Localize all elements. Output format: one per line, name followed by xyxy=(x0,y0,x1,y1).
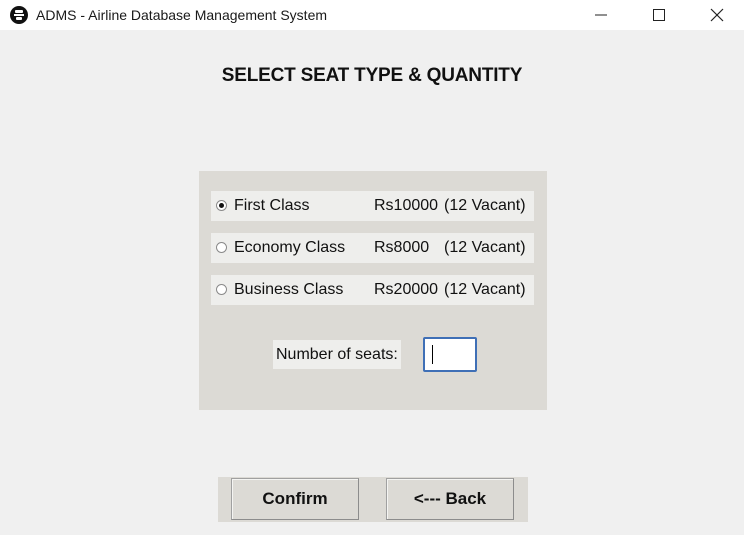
seat-type-label: Economy Class xyxy=(234,239,346,256)
maximize-button[interactable] xyxy=(636,0,682,30)
seat-vacancy: (12 Vacant) xyxy=(444,281,526,298)
page-title: SELECT SEAT TYPE & QUANTITY xyxy=(221,65,523,86)
back-button[interactable]: <--- Back xyxy=(386,478,514,520)
seat-type-label: First Class xyxy=(234,197,310,214)
seat-selection-panel: First Class Rs10000 (12 Vacant) Economy … xyxy=(199,171,547,410)
seat-price: Rs8000 xyxy=(374,239,430,256)
radio-business-class[interactable] xyxy=(216,284,227,295)
seat-option-first-class[interactable]: First Class Rs10000 (12 Vacant) xyxy=(211,191,534,221)
text-caret xyxy=(432,345,433,364)
minimize-button[interactable] xyxy=(578,0,624,30)
close-icon xyxy=(710,8,724,22)
minimize-icon xyxy=(595,14,607,16)
seat-vacancy: (12 Vacant) xyxy=(444,197,526,214)
seat-vacancy: (12 Vacant) xyxy=(444,239,526,256)
title-bar[interactable]: ADMS - Airline Database Management Syste… xyxy=(0,0,744,30)
app-window: ADMS - Airline Database Management Syste… xyxy=(0,0,744,535)
close-button[interactable] xyxy=(694,0,740,30)
confirm-button[interactable]: Confirm xyxy=(231,478,359,520)
action-button-bar: Confirm <--- Back xyxy=(218,477,528,522)
seat-price: Rs20000 xyxy=(374,281,439,298)
airline-app-icon xyxy=(10,6,28,24)
radio-economy-class[interactable] xyxy=(216,242,227,253)
seat-price: Rs10000 xyxy=(374,197,439,214)
seat-option-economy-class[interactable]: Economy Class Rs8000 (12 Vacant) xyxy=(211,233,534,263)
number-of-seats-label: Number of seats: xyxy=(273,340,401,369)
seat-type-label: Business Class xyxy=(234,281,344,298)
window-title: ADMS - Airline Database Management Syste… xyxy=(36,7,328,23)
maximize-icon xyxy=(653,9,665,21)
radio-first-class[interactable] xyxy=(216,200,227,211)
seat-option-business-class[interactable]: Business Class Rs20000 (12 Vacant) xyxy=(211,275,534,305)
